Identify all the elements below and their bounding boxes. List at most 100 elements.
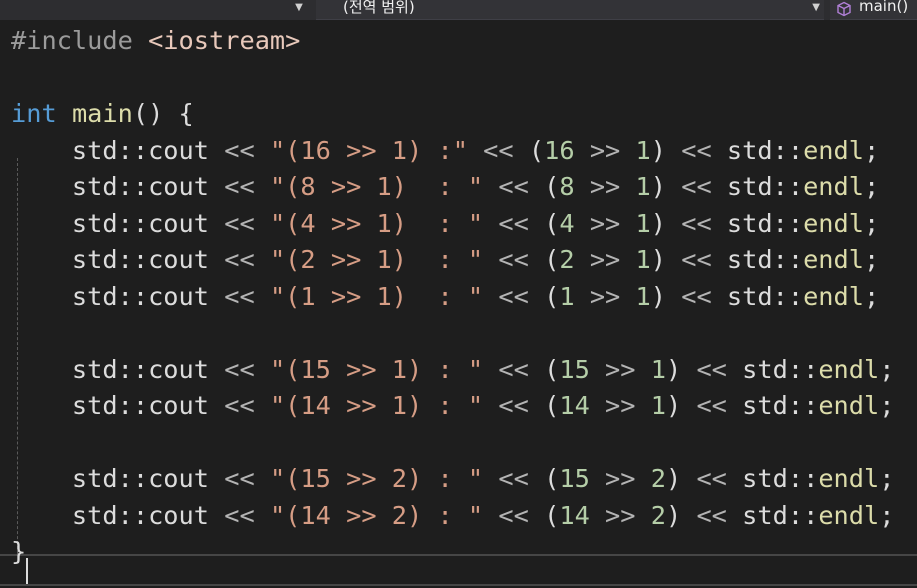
code-token: std::cout	[11, 135, 225, 165]
code-token: (	[528, 245, 560, 274]
chevron-down-icon[interactable]: ▼	[292, 1, 306, 17]
code-token: 1	[650, 354, 666, 384]
code-token: <<	[224, 464, 255, 493]
function-dropdown[interactable]: main()	[830, 0, 917, 20]
code-token: std::	[726, 354, 819, 384]
code-token: 1	[650, 391, 666, 420]
code-token: endl	[818, 391, 880, 420]
code-token: <<	[498, 391, 529, 420]
code-token: <<	[498, 172, 529, 201]
code-token: <<	[681, 208, 712, 238]
code-token: <<	[224, 354, 255, 384]
code-token: <<	[483, 135, 514, 165]
code-token: <<	[224, 208, 255, 238]
code-token: (	[528, 464, 560, 493]
code-token: 1	[559, 281, 575, 311]
code-token: endl	[818, 500, 880, 530]
code-token: ;	[864, 281, 880, 311]
code-token: }	[11, 537, 27, 566]
code-line[interactable]: std::cout << "(4 >> 1) : " << (4 >> 1) <…	[11, 206, 879, 242]
code-token: 4	[559, 208, 575, 238]
current-line-highlight	[0, 554, 917, 586]
code-token: "(4 >> 1) : "	[269, 208, 484, 238]
chevron-down-icon[interactable]: ▼	[812, 1, 820, 15]
code-token: ;	[864, 208, 880, 238]
code-line[interactable]: std::cout << "(1 >> 1) : " << (1 >> 1) <…	[11, 279, 879, 315]
code-token: 1	[635, 208, 651, 238]
code-token: )	[650, 208, 682, 238]
code-token: "(14 >> 1) : "	[269, 391, 484, 420]
code-token: )	[650, 135, 682, 165]
code-token: <<	[224, 391, 255, 420]
code-token: () {	[132, 99, 194, 128]
code-line[interactable]: std::cout << "(2 >> 1) : " << (2 >> 1) <…	[11, 242, 879, 278]
code-line[interactable]: #include <iostream>	[11, 23, 300, 59]
code-token: "(14 >> 2) : "	[269, 500, 484, 530]
code-token: <<	[224, 500, 255, 530]
code-token: main	[71, 99, 133, 128]
code-token: 8	[559, 172, 575, 201]
scope-dropdown-label: (전역 범위)	[343, 0, 415, 16]
scope-dropdown[interactable]: (전역 범위) ▼	[316, 0, 824, 20]
code-token: ;	[879, 464, 895, 493]
code-line[interactable]: std::cout << "(15 >> 2) : " << (15 >> 2)…	[11, 461, 895, 497]
code-line[interactable]: std::cout << "(15 >> 1) : " << (15 >> 1)…	[11, 352, 895, 388]
code-token: (	[528, 391, 560, 420]
code-token: endl	[818, 464, 880, 493]
code-line[interactable]: std::cout << "(8 >> 1) : " << (8 >> 1) <…	[11, 169, 879, 205]
code-token: endl	[803, 245, 864, 274]
code-token: std::cout	[11, 281, 225, 311]
code-token: 1	[635, 245, 651, 274]
code-token: (	[528, 172, 560, 201]
code-line[interactable]: std::cout << "(14 >> 2) : " << (14 >> 2)…	[11, 498, 895, 534]
code-line[interactable]: int main() {	[11, 96, 194, 132]
code-token: 2	[559, 245, 575, 274]
code-token: std::cout	[11, 354, 225, 384]
code-line[interactable]: std::cout << "(16 >> 1) :" << (16 >> 1) …	[11, 133, 879, 169]
code-token: endl	[803, 172, 864, 201]
code-line[interactable]: }	[11, 534, 26, 570]
code-token: "(16 >> 1) :"	[269, 135, 468, 165]
code-token: <<	[681, 172, 712, 201]
code-token: 1	[635, 135, 651, 165]
code-token: ;	[879, 354, 895, 384]
code-token: <<	[498, 500, 529, 530]
code-token: <<	[224, 281, 255, 311]
code-token: <<	[696, 354, 727, 384]
code-token: 15	[559, 354, 590, 384]
code-token: (	[513, 135, 545, 165]
code-token: std::	[711, 135, 804, 165]
code-token: std::	[711, 208, 804, 238]
code-editor[interactable]: #include <iostream>int main() { std::cou…	[0, 20, 917, 588]
code-line[interactable]: std::cout << "(14 >> 1) : " << (14 >> 1)…	[11, 388, 895, 424]
code-token: )	[665, 391, 697, 420]
code-token: 1	[635, 172, 651, 201]
code-token: "(8 >> 1) : "	[269, 172, 484, 201]
code-token: endl	[803, 281, 864, 311]
code-token: )	[650, 172, 682, 201]
code-token: std::cout	[11, 500, 225, 530]
code-token: <<	[498, 245, 529, 274]
code-token: ;	[879, 500, 895, 530]
code-token: std::	[726, 464, 819, 493]
code-token: (	[528, 281, 560, 311]
